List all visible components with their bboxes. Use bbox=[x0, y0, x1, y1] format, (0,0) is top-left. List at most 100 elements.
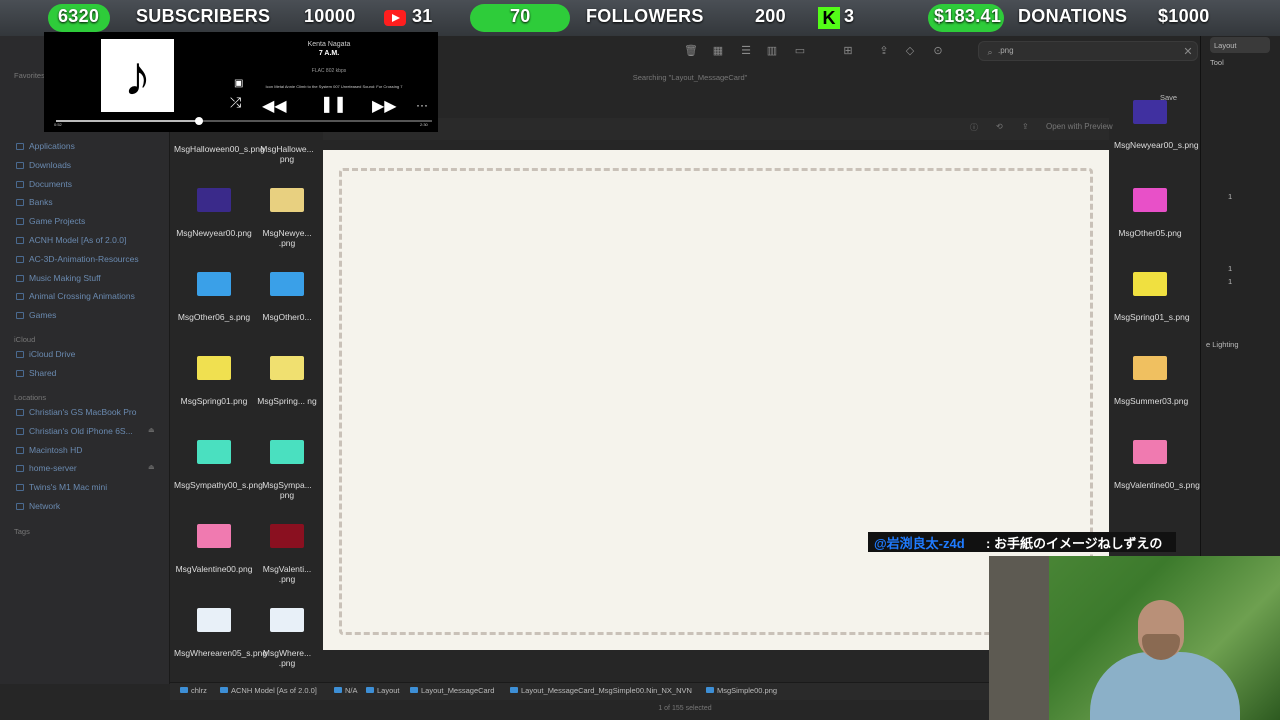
file-name[interactable]: MsgValentine00_s.png bbox=[1114, 480, 1200, 490]
file-name[interactable]: MsgSummer03.png bbox=[1114, 396, 1188, 406]
path-crumb[interactable]: Layout_MessageCard_MsgSimple00.Nin_NX_NV… bbox=[510, 686, 692, 695]
more-icon[interactable]: ··· bbox=[416, 98, 428, 112]
column-view-icon[interactable]: ▥ bbox=[766, 45, 778, 57]
speaker-icon[interactable]: ▣ bbox=[234, 78, 243, 89]
folder-icon bbox=[706, 687, 714, 693]
sidebar-item-label: Game Projects bbox=[29, 216, 86, 227]
sidebar-location-item-5[interactable]: Network bbox=[16, 501, 60, 511]
file-name[interactable]: MsgHallowe... png bbox=[254, 144, 320, 164]
sidebar-location-item-1[interactable]: Christian's Old iPhone 6S... bbox=[16, 426, 133, 436]
file-name[interactable]: MsgHalloween00_s.png bbox=[174, 144, 265, 154]
file-name[interactable]: MsgWherearen05_s.png bbox=[174, 648, 267, 658]
sidebar-item-7[interactable]: Music Making Stuff bbox=[16, 273, 101, 283]
file-thumbnail[interactable] bbox=[270, 272, 304, 296]
tag-icon[interactable]: ◇ bbox=[904, 45, 916, 57]
file-name[interactable]: MsgNewye... .png bbox=[254, 228, 320, 248]
file-thumbnail[interactable] bbox=[1133, 356, 1167, 380]
file-thumbnail[interactable] bbox=[270, 356, 304, 380]
file-thumbnail[interactable] bbox=[1133, 440, 1167, 464]
file-name[interactable]: MsgOther06_s.png bbox=[174, 312, 254, 322]
file-name[interactable]: MsgWhere... .png bbox=[254, 648, 320, 668]
youtube-icon bbox=[384, 10, 406, 26]
search-input-value[interactable]: .png bbox=[998, 46, 1014, 55]
path-crumb[interactable]: Layout bbox=[366, 686, 400, 695]
sidebar-location-item-2[interactable]: Macintosh HD bbox=[16, 445, 82, 455]
progress-track[interactable] bbox=[56, 117, 432, 125]
file-thumbnail[interactable] bbox=[1133, 272, 1167, 296]
shuffle-icon[interactable]: ⤮ bbox=[230, 94, 241, 111]
share-icon[interactable]: ⇪ bbox=[878, 45, 890, 57]
file-name[interactable]: MsgSpring... ng bbox=[254, 396, 320, 406]
trash-icon[interactable]: 🗑 bbox=[684, 45, 698, 57]
chat-username: @岩渕良太-z4d bbox=[874, 536, 965, 551]
sidebar-item-label: Applications bbox=[29, 141, 75, 151]
file-thumbnail[interactable] bbox=[197, 272, 231, 296]
file-name[interactable]: MsgNewyear00.png bbox=[174, 228, 254, 238]
save-button[interactable]: Save bbox=[1160, 93, 1177, 102]
sidebar-item-label: AC-3D-Animation-Resources bbox=[29, 253, 139, 264]
file-name[interactable]: MsgValenti... .png bbox=[254, 564, 320, 584]
sidebar-item-4[interactable]: Game Projects bbox=[16, 216, 85, 226]
file-name[interactable]: MsgNewyear00_s.png bbox=[1114, 140, 1199, 150]
sidebar-item-8[interactable]: Animal Crossing Animations bbox=[16, 291, 135, 301]
file-name[interactable]: MsgSympathy00_s.png bbox=[174, 480, 263, 490]
fast-forward-icon[interactable]: ▶▶ bbox=[372, 96, 397, 116]
action-menu-icon[interactable]: ⊙ bbox=[932, 45, 944, 57]
sidebar-item-6[interactable]: AC-3D-Animation-Resources bbox=[16, 254, 139, 264]
webcam-wall bbox=[989, 556, 1049, 720]
pause-icon[interactable]: ❚❚ bbox=[320, 94, 347, 114]
share-preview-icon[interactable]: ⇪ bbox=[1022, 122, 1029, 131]
sidebar-item-0[interactable]: Applications bbox=[16, 141, 75, 151]
file-thumbnail[interactable] bbox=[1133, 100, 1167, 124]
eject-icon[interactable]: ⏏ bbox=[148, 426, 155, 434]
sidebar-item-9[interactable]: Games bbox=[16, 310, 56, 320]
path-crumb[interactable]: ACNH Model [As of 2.0.0] bbox=[220, 686, 317, 695]
rewind-icon[interactable]: ◀◀ bbox=[262, 96, 287, 116]
open-with-preview-button[interactable]: Open with Preview bbox=[1046, 122, 1113, 131]
file-name[interactable]: MsgSympa... png bbox=[254, 480, 320, 500]
file-thumbnail[interactable] bbox=[197, 440, 231, 464]
path-crumb[interactable]: chlrz bbox=[180, 686, 207, 695]
status-bar-text: 1 of 155 selected bbox=[658, 705, 712, 712]
lighting-dropdown[interactable]: e Lighting bbox=[1206, 340, 1239, 349]
file-thumbnail[interactable] bbox=[197, 188, 231, 212]
list-view-icon[interactable]: ☰ bbox=[740, 45, 752, 57]
path-crumb[interactable]: N/A bbox=[334, 686, 358, 695]
file-thumbnail[interactable] bbox=[270, 608, 304, 632]
group-icon[interactable]: ⊞ bbox=[842, 45, 854, 57]
path-crumb[interactable]: MsgSimple00.png bbox=[706, 686, 777, 695]
file-name[interactable]: MsgSpring01.png bbox=[174, 396, 254, 406]
sidebar-item-5[interactable]: ACNH Model [As of 2.0.0] bbox=[16, 235, 126, 245]
rotate-icon[interactable]: ⟲ bbox=[996, 122, 1003, 131]
sidebar-icloud-item-0[interactable]: iCloud Drive bbox=[16, 349, 75, 359]
file-thumbnail[interactable] bbox=[197, 524, 231, 548]
path-crumb[interactable]: Layout_MessageCard bbox=[410, 686, 494, 695]
progress-knob[interactable] bbox=[194, 117, 203, 125]
file-name[interactable]: MsgValentine00.png bbox=[174, 564, 254, 574]
file-thumbnail[interactable] bbox=[270, 188, 304, 212]
kick-count: 3 bbox=[844, 6, 855, 26]
sidebar-item-3[interactable]: Banks bbox=[16, 197, 53, 207]
info-icon[interactable]: ⓘ bbox=[970, 122, 978, 133]
clear-search-icon[interactable]: ✕ bbox=[1182, 46, 1194, 58]
sidebar-item-1[interactable]: Downloads bbox=[16, 160, 71, 170]
sidebar-location-item-4[interactable]: Twins's M1 Mac mini bbox=[16, 482, 107, 492]
file-name[interactable]: MsgSpring01_s.png bbox=[1114, 312, 1190, 322]
value-1: 1 bbox=[1228, 192, 1233, 201]
icon-view-icon[interactable]: ▦ bbox=[712, 45, 724, 57]
sidebar-location-item-0[interactable]: Christian's GS MacBook Pro bbox=[16, 407, 136, 417]
track-artist: Kenta Nagata bbox=[307, 41, 351, 48]
sidebar-icloud-item-1[interactable]: Shared bbox=[16, 368, 56, 378]
file-thumbnail[interactable] bbox=[270, 524, 304, 548]
file-name[interactable]: MsgOther0... bbox=[254, 312, 320, 322]
file-thumbnail[interactable] bbox=[1133, 188, 1167, 212]
sidebar-item-2[interactable]: Documents bbox=[16, 179, 72, 189]
gallery-view-icon[interactable]: ▭ bbox=[794, 45, 806, 57]
file-thumbnail[interactable] bbox=[197, 356, 231, 380]
sidebar-item-label: Music Making Stuff bbox=[29, 272, 101, 283]
eject-icon[interactable]: ⏏ bbox=[148, 463, 155, 471]
file-name[interactable]: MsgOther05.png bbox=[1114, 228, 1186, 238]
file-thumbnail[interactable] bbox=[270, 440, 304, 464]
sidebar-location-item-3[interactable]: home-server bbox=[16, 463, 77, 473]
file-thumbnail[interactable] bbox=[197, 608, 231, 632]
